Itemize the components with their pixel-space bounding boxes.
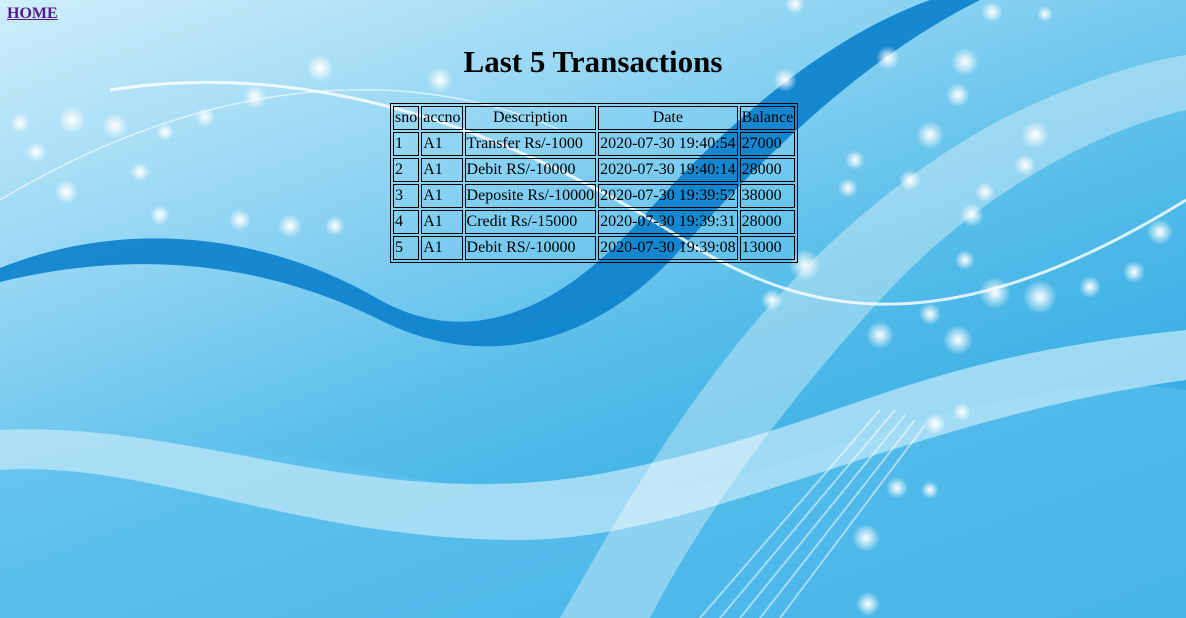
cell-description: Deposite Rs/-10000 — [464, 184, 597, 208]
table-row: 2 A1 Debit RS/-10000 2020-07-30 19:40:14… — [393, 158, 796, 182]
page-title: Last 5 Transactions — [463, 44, 723, 79]
cell-date: 2020-07-30 19:39:08 — [598, 236, 738, 260]
column-header-date: Date — [598, 106, 738, 130]
cell-balance: 13000 — [739, 236, 796, 260]
cell-sno: 4 — [393, 210, 420, 234]
cell-accno: A1 — [421, 210, 463, 234]
cell-sno: 1 — [393, 132, 420, 156]
home-link[interactable]: HOME — [7, 5, 58, 23]
cell-balance: 38000 — [739, 184, 796, 208]
table-row: 3 A1 Deposite Rs/-10000 2020-07-30 19:39… — [393, 184, 796, 208]
background-wave-image — [0, 0, 1186, 618]
table-row: 1 A1 Transfer Rs/-1000 2020-07-30 19:40:… — [393, 132, 796, 156]
table-row: 4 A1 Credit Rs/-15000 2020-07-30 19:39:3… — [393, 210, 796, 234]
cell-description: Debit RS/-10000 — [464, 236, 597, 260]
cell-description: Credit Rs/-15000 — [464, 210, 597, 234]
cell-description: Debit RS/-10000 — [464, 158, 597, 182]
cell-balance: 27000 — [739, 132, 796, 156]
cell-sno: 2 — [393, 158, 420, 182]
cell-balance: 28000 — [739, 158, 796, 182]
column-header-sno: sno — [393, 106, 420, 130]
cell-accno: A1 — [421, 236, 463, 260]
cell-accno: A1 — [421, 184, 463, 208]
cell-accno: A1 — [421, 132, 463, 156]
cell-date: 2020-07-30 19:40:54 — [598, 132, 738, 156]
cell-accno: A1 — [421, 158, 463, 182]
cell-sno: 3 — [393, 184, 420, 208]
column-header-accno: accno — [421, 106, 463, 130]
table-header-row: sno accno Description Date Balance — [393, 106, 796, 130]
column-header-balance: Balance — [739, 106, 796, 130]
transactions-table: sno accno Description Date Balance 1 A1 … — [390, 103, 799, 263]
cell-date: 2020-07-30 19:39:52 — [598, 184, 738, 208]
cell-date: 2020-07-30 19:39:31 — [598, 210, 738, 234]
column-header-description: Description — [464, 106, 597, 130]
cell-description: Transfer Rs/-1000 — [464, 132, 597, 156]
cell-balance: 28000 — [739, 210, 796, 234]
cell-sno: 5 — [393, 236, 420, 260]
cell-date: 2020-07-30 19:40:14 — [598, 158, 738, 182]
table-row: 5 A1 Debit RS/-10000 2020-07-30 19:39:08… — [393, 236, 796, 260]
